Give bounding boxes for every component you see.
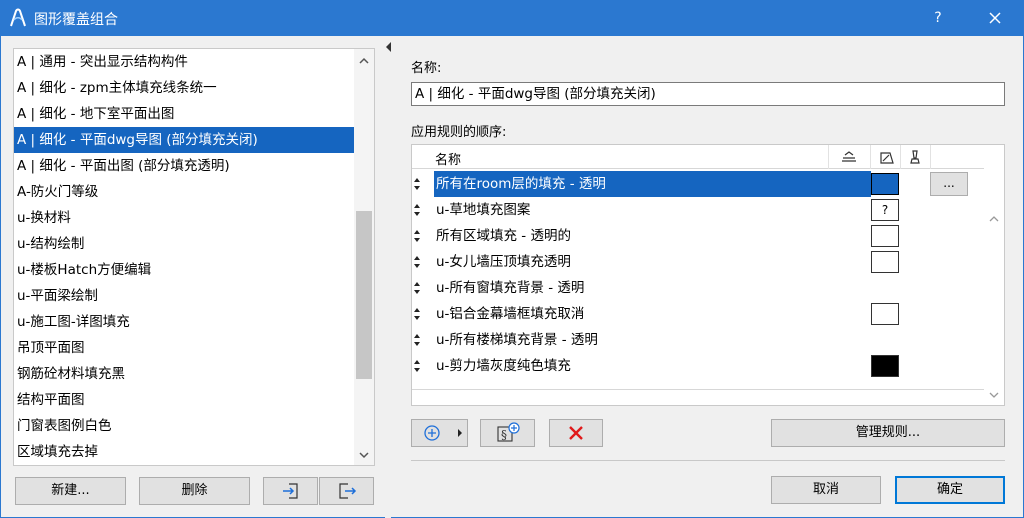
rules-header: 名称: [412, 145, 986, 169]
export-button[interactable]: [319, 477, 374, 505]
list-item[interactable]: 区域填充去掉: [14, 439, 354, 465]
pen-pattern-icon: [880, 152, 894, 164]
list-item[interactable]: 吊顶平面图: [14, 335, 354, 361]
scroll-down-icon[interactable]: [984, 387, 1004, 403]
svg-text:§: §: [501, 428, 507, 442]
drag-handle-icon[interactable]: [413, 281, 421, 295]
scroll-up-icon[interactable]: [984, 211, 1004, 227]
scroll-thumb[interactable]: [356, 211, 372, 379]
list-item[interactable]: A | 细化 - 平面dwg导图 (部分填充关闭): [14, 127, 354, 153]
list-item[interactable]: 结构平面图: [14, 387, 354, 413]
drag-handle-icon[interactable]: [413, 203, 421, 217]
fill-swatch[interactable]: [871, 355, 899, 377]
rule-row[interactable]: u-草地填充图案?: [412, 197, 986, 223]
close-icon[interactable]: [982, 5, 1008, 31]
add-rule-button[interactable]: [411, 419, 468, 447]
rule-row[interactable]: u-所有楼梯填充背景 - 透明: [412, 327, 986, 353]
ok-button[interactable]: 确定: [895, 476, 1005, 504]
title-bar: 图形覆盖组合 ?: [0, 0, 1024, 36]
import-button[interactable]: [263, 477, 318, 505]
list-item[interactable]: u-结构绘制: [14, 231, 354, 257]
name-label: 名称:: [411, 61, 442, 76]
rules-scrollbar[interactable]: [984, 145, 1004, 405]
rule-row[interactable]: u-铝合金幕墙框填充取消: [412, 301, 986, 327]
rule-name: u-草地填充图案: [436, 202, 531, 218]
drag-handle-icon[interactable]: [413, 255, 421, 269]
window-title: 图形覆盖组合: [34, 12, 118, 28]
order-label: 应用规则的顺序:: [411, 125, 507, 140]
brush-icon: [910, 150, 920, 164]
new-button[interactable]: 新建...: [15, 477, 126, 505]
help-button[interactable]: ?: [926, 7, 950, 29]
rule-row[interactable]: u-女儿墙压顶填充透明: [412, 249, 986, 275]
rules-table[interactable]: 名称 所有在room层的填充 - 透明... u-草地填充图案? 所有区域填充 - …: [411, 144, 1005, 406]
drag-handle-icon[interactable]: [413, 177, 421, 191]
scroll-up-icon[interactable]: [354, 53, 374, 69]
rule-name: u-铝合金幕墙框填充取消: [436, 306, 585, 322]
fill-swatch[interactable]: [871, 173, 899, 195]
list-item[interactable]: A | 通用 - 突出显示结构构件: [14, 49, 354, 75]
fill-surface-icon: [842, 151, 856, 162]
rule-row[interactable]: u-所有窗填充背景 - 透明: [412, 275, 986, 301]
add-icon: [423, 425, 462, 441]
fill-swatch[interactable]: [871, 225, 899, 247]
delete-x-icon: [569, 426, 583, 440]
drag-handle-icon[interactable]: [413, 333, 421, 347]
list-item[interactable]: u-换材料: [14, 205, 354, 231]
rule-name: u-剪力墙灰度纯色填充: [436, 358, 571, 374]
remove-rule-button[interactable]: [549, 419, 603, 447]
fill-swatch[interactable]: [871, 251, 899, 273]
list-item[interactable]: u-平面梁绘制: [14, 283, 354, 309]
fill-swatch[interactable]: [871, 303, 899, 325]
export-icon: [338, 483, 356, 499]
list-item[interactable]: A | 细化 - zpm主体填充线条统一: [14, 75, 354, 101]
list-item[interactable]: u-施工图-详图填充: [14, 309, 354, 335]
import-icon: [282, 483, 298, 499]
section-add-icon: §: [496, 422, 520, 442]
rule-row[interactable]: 所有在room层的填充 - 透明...: [412, 171, 986, 197]
combination-list[interactable]: A | 通用 - 突出显示结构构件 A | 细化 - zpm主体填充线条统一 A |…: [13, 48, 375, 466]
list-item[interactable]: A-防火门等级: [14, 179, 354, 205]
rule-name: u-女儿墙压顶填充透明: [436, 254, 571, 270]
list-item[interactable]: 钢筋砼材料填充黑: [14, 361, 354, 387]
archicad-icon: [10, 8, 26, 27]
cancel-button[interactable]: 取消: [771, 476, 881, 504]
rule-name: 所有区域填充 - 透明的: [436, 228, 571, 244]
rule-name: u-所有窗填充背景 - 透明: [436, 280, 585, 296]
list-scrollbar[interactable]: [354, 49, 374, 465]
column-name-header: 名称: [435, 153, 462, 168]
drag-handle-icon[interactable]: [413, 359, 421, 373]
more-options-button[interactable]: ...: [930, 172, 968, 196]
rule-row[interactable]: u-剪力墙灰度纯色填充: [412, 353, 986, 379]
list-item[interactable]: u-楼板Hatch方便编辑: [14, 257, 354, 283]
scroll-down-icon[interactable]: [354, 447, 374, 463]
divider: [411, 460, 1005, 461]
rule-name: 所有在room层的填充 - 透明: [434, 171, 871, 197]
name-input[interactable]: A | 细化 - 平面dwg导图 (部分填充关闭): [411, 82, 1005, 106]
drag-handle-icon[interactable]: [413, 229, 421, 243]
fill-swatch[interactable]: ?: [871, 199, 899, 221]
drag-handle-icon[interactable]: [413, 307, 421, 321]
dialog-body: A | 通用 - 突出显示结构构件 A | 细化 - zpm主体填充线条统一 A |…: [0, 36, 1024, 518]
list-item[interactable]: 门窗表图例白色: [14, 413, 354, 439]
rule-row[interactable]: 所有区域填充 - 透明的: [412, 223, 986, 249]
list-item[interactable]: A | 细化 - 平面出图 (部分填充透明): [14, 153, 354, 179]
delete-button[interactable]: 删除: [139, 477, 250, 505]
list-item[interactable]: A | 细化 - 地下室平面出图: [14, 101, 354, 127]
manage-rules-button[interactable]: 管理规则...: [771, 419, 1005, 447]
collapse-arrow-icon[interactable]: [386, 42, 391, 52]
panel-splitter[interactable]: [385, 36, 391, 518]
rule-name: u-所有楼梯填充背景 - 透明: [436, 332, 598, 348]
rule-settings-button[interactable]: §: [480, 419, 535, 447]
